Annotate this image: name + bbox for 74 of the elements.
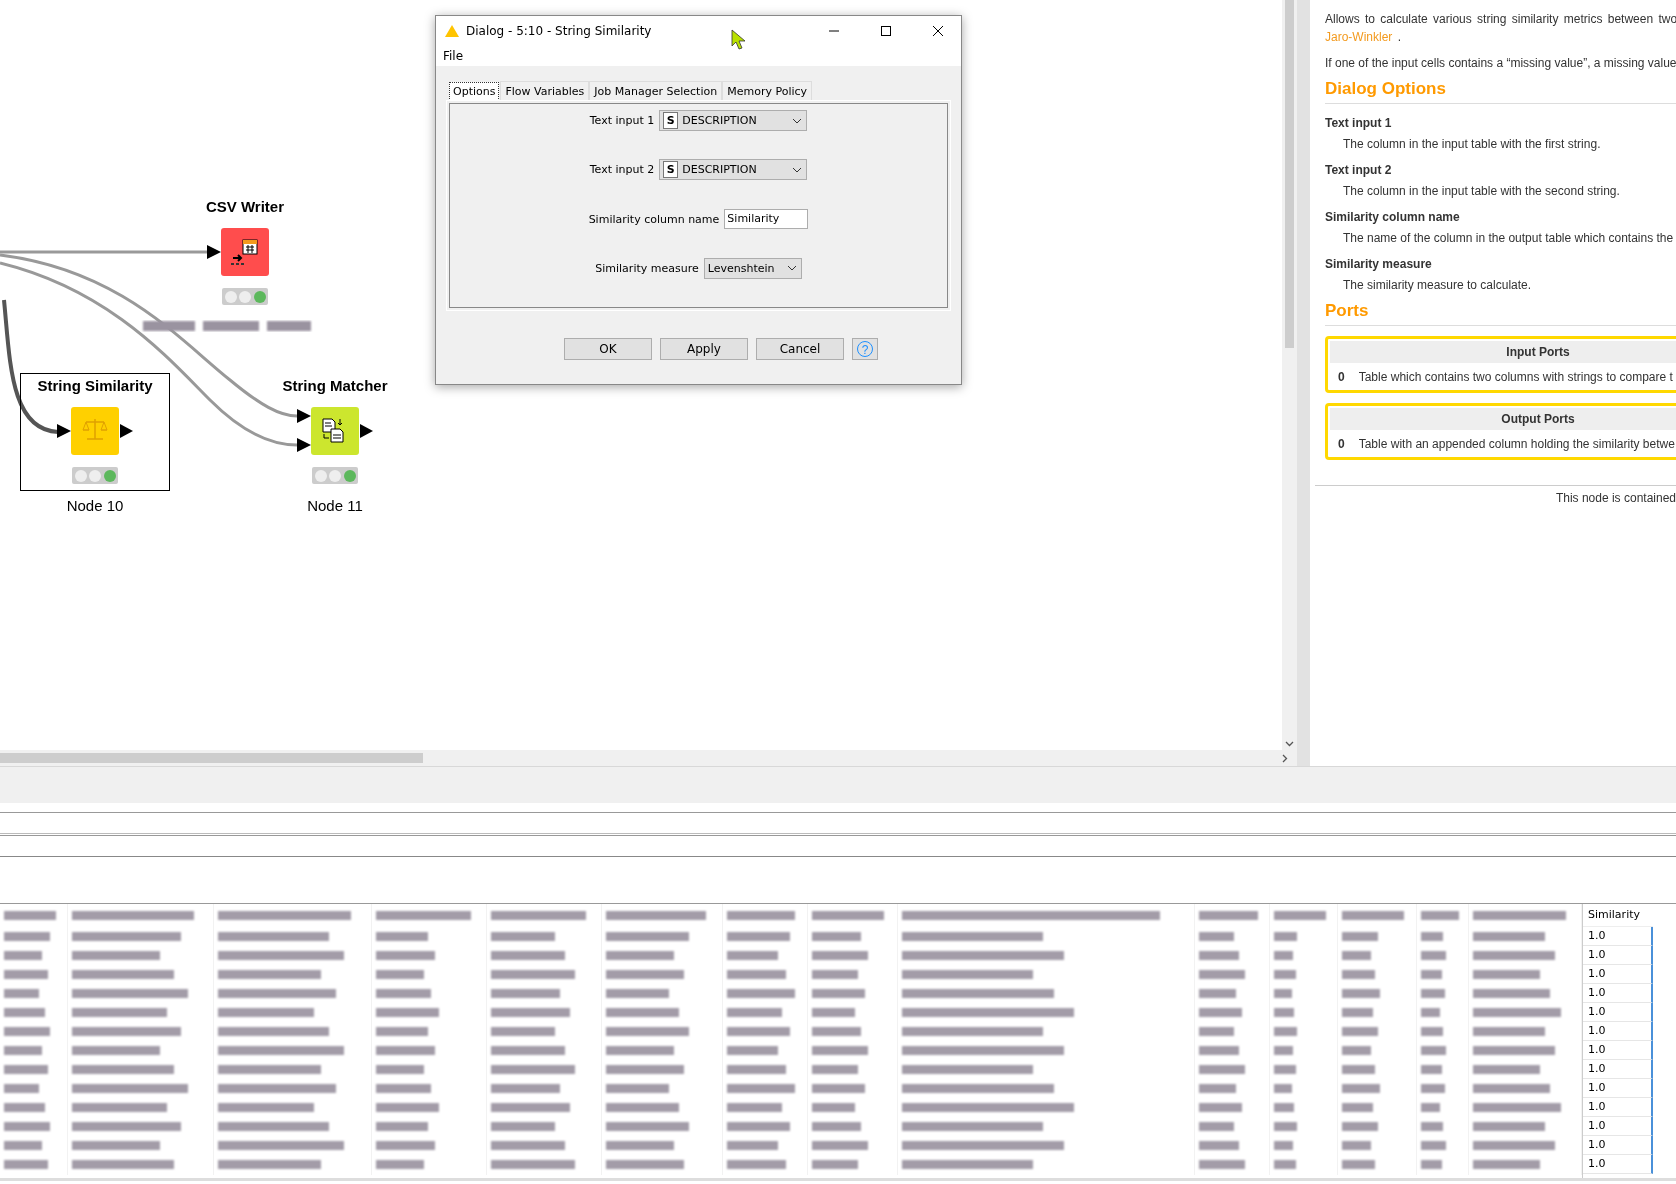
field-label: Similarity measure [595, 260, 699, 277]
port-index: 0 [1338, 437, 1345, 451]
maximize-icon[interactable] [880, 25, 892, 37]
tab[interactable]: Options [449, 82, 500, 101]
port-index: 0 [1338, 370, 1345, 384]
type-badge: S [663, 161, 679, 179]
chevron-down-icon [786, 265, 797, 272]
node-block[interactable] [311, 407, 359, 455]
type-badge: S [663, 112, 679, 129]
table-cell: 1.0 [1583, 1060, 1653, 1079]
menu-item[interactable]: File [443, 49, 464, 63]
column-header[interactable]: Similarity [1583, 904, 1653, 927]
table-cell: 1.0 [1583, 1079, 1653, 1098]
input-port-icon[interactable] [57, 424, 71, 438]
table-cell: 1.0 [1583, 965, 1653, 984]
input-port-icon[interactable] [207, 245, 221, 259]
dropdown[interactable]: Levenshtein [703, 257, 802, 279]
input-field[interactable]: Similarity [724, 208, 809, 229]
dialog-button[interactable]: Cancel [756, 338, 844, 360]
table-cell: 1.0 [1583, 1155, 1653, 1174]
table-cell: 1.0 [1583, 946, 1653, 965]
option-description: The similarity measure to calculate. [1343, 278, 1533, 292]
dropdown[interactable]: S DESCRIPTION [659, 110, 808, 131]
table-cell: 1.0 [1583, 1022, 1653, 1041]
option-name: Text input 1 [1325, 116, 1393, 130]
section-heading: Ports [1325, 301, 1676, 326]
dialog-button[interactable]: Apply [660, 338, 748, 360]
option-name: Similarity measure [1325, 257, 1433, 271]
tab[interactable]: Memory Policy [722, 81, 813, 101]
node-block[interactable] [221, 228, 269, 276]
table-cell: 1.0 [1583, 1117, 1653, 1136]
port-table-heading: Output Ports [1330, 408, 1676, 430]
field-label: Similarity column name [588, 211, 720, 228]
table-cell: 1.0 [1583, 1003, 1653, 1022]
table-cell: 1.0 [1583, 984, 1653, 1003]
footer-text: This node is contained [1554, 491, 1676, 505]
description-text: Allows to calculate various string similarity metrics between two Jaro-Winkler . [1325, 11, 1676, 46]
option-description: The column in the input table with the first string. [1343, 137, 1602, 151]
chevron-down-icon [792, 117, 803, 124]
input-port-icon[interactable] [297, 409, 311, 423]
node-title: String Similarity [37, 377, 153, 394]
section-heading: Dialog Options [1325, 79, 1676, 104]
cursor-icon [731, 29, 747, 51]
input-port-icon[interactable] [297, 438, 311, 452]
node-block[interactable] [71, 407, 119, 455]
table-cell: 1.0 [1583, 1098, 1653, 1117]
warning-icon [444, 24, 460, 38]
chevron-down-icon [792, 166, 803, 173]
node-label: Node 11 [307, 497, 363, 514]
field-label: Text input 2 [589, 162, 655, 179]
port-table-heading: Input Ports [1330, 341, 1676, 363]
window-title: Dialog - 5:10 - String Similarity [466, 24, 653, 38]
node-title: String Matcher [282, 377, 388, 394]
table-cell: 1.0 [1583, 1136, 1653, 1155]
table-cell: 1.0 [1583, 927, 1653, 946]
tab[interactable]: Flow Variables [500, 81, 590, 101]
option-name: Text input 2 [1325, 163, 1393, 177]
vertical-scrollbar[interactable] [1282, 0, 1297, 750]
description-text: If one of the input cells contains a “missing value”, a missing value [1325, 56, 1676, 70]
table-export-icon [231, 238, 259, 266]
table-cell: 1.0 [1583, 1041, 1653, 1060]
option-description: The column in the input table with the second string. [1343, 184, 1621, 198]
dropdown[interactable]: S DESCRIPTION [659, 159, 808, 181]
tab[interactable]: Job Manager Selection [589, 81, 723, 101]
option-description: The name of the column in the output table which contains the [1343, 231, 1675, 245]
dialog-button[interactable]: OK [564, 338, 652, 360]
horizontal-scrollbar[interactable] [0, 750, 1297, 766]
field-label: Text input 1 [589, 113, 655, 129]
node-title: CSV Writer [205, 198, 285, 215]
close-icon[interactable] [932, 25, 944, 37]
option-name: Similarity column name [1325, 210, 1461, 224]
port-description: Table which contains two columns with strings to compare t [1358, 370, 1673, 384]
port-description: Table with an appended column holding the similarity betwe [1358, 437, 1675, 451]
node-label: Node 10 [66, 497, 124, 514]
